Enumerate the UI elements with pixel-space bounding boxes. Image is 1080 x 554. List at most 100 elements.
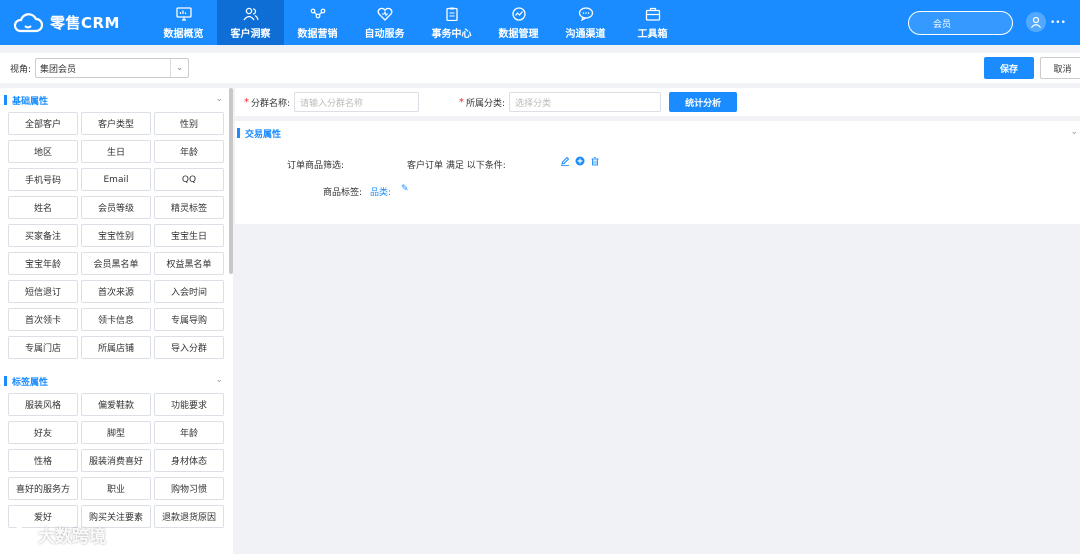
watermark-logo-icon bbox=[9, 525, 30, 542]
attribute-chip[interactable]: 会员等级 bbox=[81, 196, 151, 219]
attribute-chip[interactable]: 性别 bbox=[154, 112, 224, 135]
attribute-chip[interactable]: 喜好的服务方 bbox=[8, 477, 78, 500]
heart-shield-icon bbox=[376, 6, 394, 22]
section-marker bbox=[4, 95, 7, 105]
attribute-chip[interactable]: 宝宝生日 bbox=[154, 224, 224, 247]
attribute-chip[interactable]: 入会时间 bbox=[154, 280, 224, 303]
left-panel-scrollbar[interactable] bbox=[229, 88, 233, 274]
save-button[interactable]: 保存 bbox=[984, 57, 1034, 79]
category-label: 所属分类: bbox=[466, 98, 506, 109]
user-role-pill[interactable]: 会员 bbox=[908, 11, 1013, 35]
user-role: 会员 bbox=[933, 19, 952, 30]
attribute-chip[interactable]: 会员黑名单 bbox=[81, 252, 151, 275]
main-nav: 数据概览 客户洞察 数据营销 自动服务 事务中心 数据管理 沟通渠道 工具箱 bbox=[150, 0, 686, 45]
avatar[interactable] bbox=[1026, 12, 1046, 32]
attribute-chip[interactable]: 服装风格 bbox=[8, 393, 78, 416]
attribute-chip[interactable]: 短信退订 bbox=[8, 280, 78, 303]
watermark-text: 大数跨境 bbox=[38, 527, 106, 547]
basic-attribute-grid: 全部客户 客户类型 性别地区 生日 年龄手机号码 Email QQ 姓名 会员等级 精灵标签买家备… bbox=[0, 112, 233, 359]
attribute-chip[interactable]: 姓名 bbox=[8, 196, 78, 219]
attribute-chip[interactable]: 脚型 bbox=[81, 421, 151, 444]
nav-item-5[interactable]: 数据管理 bbox=[485, 0, 552, 45]
attribute-chip[interactable]: 买家备注 bbox=[8, 224, 78, 247]
attribute-chip[interactable]: 偏爱鞋款 bbox=[81, 393, 151, 416]
attribute-chip[interactable]: 导入分群 bbox=[154, 336, 224, 359]
view-select-value: 集团会员 bbox=[40, 64, 77, 75]
cancel-button[interactable]: 取消 bbox=[1040, 57, 1080, 79]
app-title: 零售CRM bbox=[50, 14, 120, 32]
attribute-chip[interactable]: 宝宝性别 bbox=[81, 224, 151, 247]
cloud-logo-icon bbox=[12, 12, 44, 34]
chevron-down-icon: ⌄ bbox=[215, 94, 223, 104]
nav-item-7[interactable]: 工具箱 bbox=[619, 0, 686, 45]
attribute-chip[interactable]: Email bbox=[81, 168, 151, 191]
section-header-tags[interactable]: 标签属性 ⌄ bbox=[0, 369, 233, 393]
edit-icon[interactable] bbox=[560, 156, 570, 166]
attribute-chip[interactable]: 所属店铺 bbox=[81, 336, 151, 359]
nav-item-2[interactable]: 数据营销 bbox=[284, 0, 351, 45]
attribute-chip[interactable]: 领卡信息 bbox=[81, 308, 151, 331]
attribute-chip[interactable]: QQ bbox=[154, 168, 224, 191]
attribute-chip[interactable]: 生日 bbox=[81, 140, 151, 163]
attribute-chip[interactable]: 退款退货原因 bbox=[154, 505, 224, 528]
group-name-input[interactable]: 请输入分群名称 bbox=[294, 92, 420, 112]
attribute-chip[interactable]: 地区 bbox=[8, 140, 78, 163]
attribute-chip[interactable]: 全部客户 bbox=[8, 112, 78, 135]
add-circle-icon[interactable] bbox=[575, 156, 585, 166]
clipboard-icon bbox=[443, 6, 461, 22]
attribute-chip[interactable]: 年龄 bbox=[154, 140, 224, 163]
view-toolbar: 视角: 集团会员 ⌄ bbox=[0, 53, 1080, 83]
monitor-icon bbox=[175, 6, 193, 22]
card-header[interactable]: 交易属性 ⌄ bbox=[235, 121, 1080, 145]
user-icon bbox=[1031, 16, 1041, 28]
view-select[interactable]: 集团会员 ⌄ bbox=[35, 58, 190, 78]
delete-icon[interactable] bbox=[590, 156, 600, 166]
attribute-chip[interactable]: 首次来源 bbox=[81, 280, 151, 303]
chevron-down-icon: ⌄ bbox=[215, 375, 223, 385]
nav-item-4[interactable]: 事务中心 bbox=[418, 0, 485, 45]
category-select[interactable]: 选择分类 bbox=[509, 92, 662, 112]
attribute-chip[interactable]: 身材体态 bbox=[154, 449, 224, 472]
nav-item-1[interactable]: 客户洞察 bbox=[217, 0, 284, 45]
section-marker bbox=[4, 376, 7, 386]
attribute-panel: 基础属性 ⌄ 全部客户 客户类型 性别 地区 生日 年龄 手机号码 Email QQ 姓名 会员等级… bbox=[0, 88, 233, 554]
nav-item-label: 事务中心 bbox=[431, 28, 472, 40]
nav-item-3[interactable]: 自动服务 bbox=[351, 0, 418, 45]
attribute-chip[interactable]: 职业 bbox=[81, 477, 151, 500]
nav-item-label: 数据营销 bbox=[297, 28, 338, 40]
network-icon bbox=[309, 6, 327, 22]
chevron-down-icon: ⌄ bbox=[170, 59, 188, 77]
attribute-chip[interactable]: 服装消费喜好 bbox=[81, 449, 151, 472]
segment-filter-bar: * 分群名称: 请输入分群名称 * 所属分类: 选择分类 统计分析 bbox=[235, 88, 1080, 116]
attribute-chip[interactable]: 年龄 bbox=[154, 421, 224, 444]
attribute-chip[interactable]: 宝宝年龄 bbox=[8, 252, 78, 275]
attribute-chip[interactable]: 专属门店 bbox=[8, 336, 78, 359]
attribute-chip[interactable]: 手机号码 bbox=[8, 168, 78, 191]
attribute-chip[interactable]: 权益黑名单 bbox=[154, 252, 224, 275]
order-filter-label: 订单商品筛选: bbox=[287, 161, 345, 171]
product-category-link[interactable]: 品类: bbox=[370, 185, 391, 198]
nav-item-label: 工具箱 bbox=[637, 28, 668, 40]
edit-tag-icon[interactable]: ✎ bbox=[401, 184, 409, 194]
app-logo[interactable]: 零售CRM bbox=[0, 12, 150, 34]
section-header-basic[interactable]: 基础属性 ⌄ bbox=[0, 88, 233, 112]
attribute-chip[interactable]: 精灵标签 bbox=[154, 196, 224, 219]
attribute-chip[interactable]: 好友 bbox=[8, 421, 78, 444]
statistics-analysis-button[interactable]: 统计分析 bbox=[669, 92, 738, 112]
chat-icon bbox=[577, 6, 595, 22]
nav-item-6[interactable]: 沟通渠道 bbox=[552, 0, 619, 45]
nav-item-label: 数据概览 bbox=[163, 28, 204, 40]
group-name-label: 分群名称: bbox=[251, 98, 291, 109]
attribute-chip[interactable]: 性格 bbox=[8, 449, 78, 472]
attribute-chip[interactable]: 客户类型 bbox=[81, 112, 151, 135]
user-name[interactable]: ••• bbox=[1050, 18, 1066, 28]
required-mark: * bbox=[459, 96, 465, 108]
attribute-chip[interactable]: 功能要求 bbox=[154, 393, 224, 416]
nav-item-0[interactable]: 数据概览 bbox=[150, 0, 217, 45]
attribute-chip[interactable]: 专属导购 bbox=[154, 308, 224, 331]
section-marker bbox=[237, 128, 240, 138]
attribute-chip[interactable]: 购物习惯 bbox=[154, 477, 224, 500]
toolbox-icon bbox=[644, 6, 662, 22]
transaction-attribute-card: 交易属性 ⌄ 订单商品筛选: 客户订单 满足 以下条件: 商品标签: 品类: ✎ bbox=[235, 121, 1080, 224]
attribute-chip[interactable]: 首次领卡 bbox=[8, 308, 78, 331]
